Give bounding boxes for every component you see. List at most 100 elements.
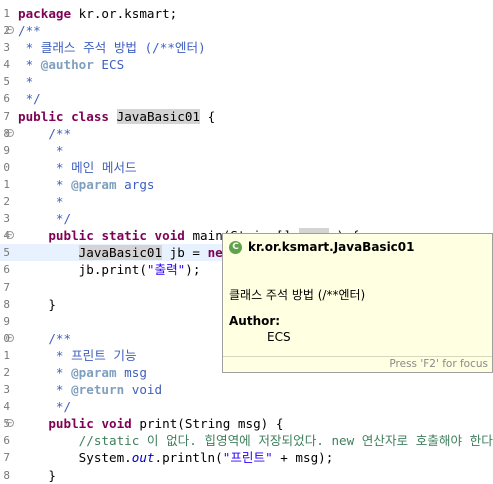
code-line[interactable]: 3 */ [0,210,493,227]
code-token: ); [185,262,201,278]
line-number: 1 [3,177,10,191]
code-text: * [18,142,64,159]
code-line[interactable]: 5− public void print(String msg) { [0,415,493,432]
code-token: jb.print( [18,262,147,278]
code-text: * @return void [18,381,162,398]
code-token: "출력" [146,262,186,278]
code-text: * 메인 메서드 [18,159,137,176]
code-text: System.out.println("프린트" + msg); [18,449,334,466]
code-text: } [18,467,56,484]
tooltip-header: C kr.or.ksmart.JavaBasic01 [229,240,415,254]
line-number: 7 [3,109,10,123]
code-text: * @param args [18,176,155,193]
code-text: */ [18,90,41,107]
line-number: 5 [3,246,10,260]
code-token: * 클래스 주석 방법 (/**엔터) [18,40,206,56]
code-token: public [48,228,94,244]
code-text: /** [18,330,71,347]
code-token: package [18,6,72,21]
code-token: @param [71,364,117,380]
line-number: 0 [3,160,10,174]
code-line[interactable]: 3 * @return void [0,381,493,398]
code-text: * 프린트 기능 [18,347,137,364]
class-icon: C [229,240,242,254]
code-line[interactable]: 2−/** [0,22,493,39]
code-text: */ [18,398,71,415]
code-token: * [18,57,41,73]
line-number: 4 [3,58,10,72]
code-token: JavaBasic01 [78,245,163,261]
tooltip-author-label: Author: [229,314,281,328]
code-token: out [131,450,155,466]
code-line[interactable]: 7 public class JavaBasic01 { [0,108,493,125]
code-token: } [18,467,56,483]
code-token: void [101,416,132,432]
code-token: * [48,194,64,210]
code-line[interactable]: 6 */ [0,90,493,107]
code-text: * [18,193,64,210]
code-line[interactable]: 3 * 클래스 주석 방법 (/**엔터) [0,39,493,56]
line-number: 7 [3,451,10,465]
code-line[interactable]: 1 package kr.or.ksmart; [0,5,493,22]
code-line[interactable]: 8 } [0,467,493,484]
line-number: 9 [3,143,10,157]
code-line[interactable]: 6 //static 이 없다. 힙영역에 저장되었다. new 연산자로 호출… [0,432,493,449]
code-text: * @author ECS [18,56,125,73]
code-line[interactable]: 1 * @param args [0,176,493,193]
fold-toggle-icon[interactable]: − [6,231,14,240]
code-token: public [48,416,94,432]
code-token: * 메인 메서드 [48,159,137,175]
fold-toggle-icon[interactable]: − [6,333,14,342]
line-number: 8 [3,468,10,482]
code-token: "프린트" [222,450,273,466]
code-token: * [48,142,64,158]
line-number: 9 [3,314,10,328]
line-number: 2 [3,365,10,379]
code-token: * [18,74,34,90]
fold-toggle-icon[interactable]: − [6,128,14,137]
code-text: } [18,296,56,313]
code-line[interactable]: 4 */ [0,398,493,415]
code-token: void [124,382,163,398]
fold-toggle-icon[interactable]: − [6,26,14,35]
code-token: */ [48,399,72,415]
line-number: 7 [3,280,10,294]
line-number: 6 [3,92,10,106]
code-line[interactable]: 5 * [0,73,493,90]
fold-toggle-icon[interactable]: − [6,419,14,428]
code-token: */ [48,211,72,227]
code-token: print(String msg) { [131,416,284,432]
code-token: args [116,176,155,192]
code-line[interactable]: 8− /** [0,125,493,142]
code-line[interactable]: 9 * [0,142,493,159]
code-line[interactable]: 2 * [0,193,493,210]
tooltip-footer[interactable]: Press 'F2' for focus [223,356,492,372]
code-token: @author [40,57,94,73]
javadoc-hover-tooltip[interactable]: C kr.or.ksmart.JavaBasic01 클래스 주석 방법 (/*… [222,233,493,373]
line-number: 6 [3,434,10,448]
code-line[interactable]: 0 * 메인 메서드 [0,159,493,176]
line-number: 4 [3,400,10,414]
code-line[interactable]: 4 * @author ECS [0,56,493,73]
code-token: ECS [93,57,125,73]
tooltip-description: 클래스 주석 방법 (/**엔터) [229,288,366,302]
code-text: jb.print("출력"); [18,261,201,278]
code-token: */ [18,91,41,107]
code-token: System. [18,450,132,466]
code-text: public class JavaBasic01 { [18,108,215,125]
code-line[interactable]: 7 System.out.println("프린트" + msg); [0,449,493,466]
line-number: 5 [3,75,10,89]
code-token: * [48,176,72,192]
